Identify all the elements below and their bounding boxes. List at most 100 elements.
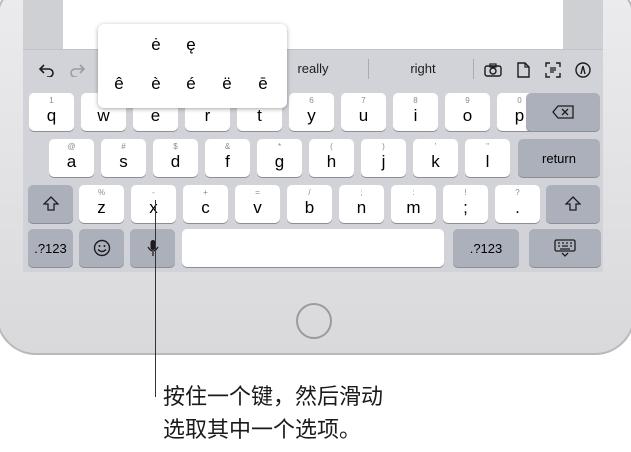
- shift-right-key[interactable]: [546, 185, 600, 223]
- return-key-label: return: [542, 150, 576, 166]
- key-r3-4[interactable]: / b: [287, 185, 332, 223]
- key-label: o: [462, 106, 473, 125]
- key-r2-3[interactable]: & f: [205, 139, 250, 177]
- key-alt-label: 6: [309, 96, 314, 105]
- hide-keyboard-key[interactable]: [529, 229, 601, 267]
- emoji-key[interactable]: [79, 229, 124, 267]
- key-r2-6[interactable]: ) j: [361, 139, 406, 177]
- key-label: s: [119, 152, 128, 171]
- key-r3-2[interactable]: + c: [183, 185, 228, 223]
- key-label: g: [274, 152, 285, 171]
- key-r3-1[interactable]: -x: [131, 185, 176, 223]
- shift-left-icon: [28, 185, 73, 223]
- key-alt-label: $: [173, 142, 178, 151]
- key-r1-5[interactable]: 6y: [289, 93, 334, 131]
- dictation-key[interactable]: [130, 229, 175, 267]
- key-r2-4[interactable]: * g: [257, 139, 302, 177]
- key-alt-label: ": [486, 142, 489, 151]
- accent-option[interactable]: è: [141, 74, 171, 94]
- key-r3-3[interactable]: = v: [235, 185, 280, 223]
- key-label: n: [356, 198, 367, 217]
- caption: 按住一个键，然后滑动 选取其中一个选项。: [163, 380, 463, 446]
- accent-options-popup: ė ę ê è é ë ē: [98, 24, 287, 108]
- key-r2-2[interactable]: $ d: [153, 139, 198, 177]
- key-r1-7[interactable]: 8i: [393, 93, 438, 131]
- key-label: t: [257, 106, 262, 125]
- key-label: m: [406, 198, 421, 217]
- numbers-key-right-label: .?123: [469, 240, 503, 256]
- key-alt-label: ': [434, 142, 437, 151]
- delete-icon: [526, 93, 600, 131]
- space-key[interactable]: [182, 229, 444, 267]
- numbers-key-label: .?123: [34, 240, 67, 256]
- key-label: x: [149, 198, 158, 217]
- key-r3-8[interactable]: ?.: [495, 185, 540, 223]
- key-r1-0[interactable]: 1q: [29, 93, 74, 131]
- accent-option[interactable]: é: [176, 74, 206, 94]
- key-alt-label: #: [121, 142, 126, 151]
- key-alt-label: 7: [361, 96, 366, 105]
- key-r3-0[interactable]: % z: [79, 185, 124, 223]
- key-label: .: [515, 198, 520, 217]
- accent-option[interactable]: ê: [104, 74, 134, 94]
- key-r2-8[interactable]: " l: [465, 139, 510, 177]
- key-r2-0[interactable]: @ a: [49, 139, 94, 177]
- key-alt-label: ?: [515, 188, 520, 197]
- key-alt-label: :: [412, 188, 415, 197]
- key-alt-label: 9: [465, 96, 470, 105]
- dictation-icon: [130, 229, 175, 267]
- key-alt-label: *: [277, 142, 282, 151]
- key-alt-label: %: [97, 188, 106, 197]
- key-alt-label: (: [330, 142, 333, 151]
- key-label: k: [431, 152, 440, 171]
- accent-option[interactable]: ė: [141, 35, 171, 55]
- key-label: r: [204, 106, 211, 125]
- key-alt-label: @: [67, 142, 76, 151]
- caption-line: 选取其中一个选项。: [163, 417, 362, 442]
- shift-left-key[interactable]: [28, 185, 73, 223]
- numbers-key[interactable]: .?123: [28, 229, 73, 267]
- key-label: e: [150, 106, 161, 125]
- key-label: y: [307, 106, 316, 125]
- key-r1-6[interactable]: 7u: [341, 93, 386, 131]
- accent-option[interactable]: ę: [176, 35, 206, 55]
- accent-option[interactable]: ē: [248, 74, 278, 94]
- key-label: l: [485, 152, 490, 171]
- key-r3-6[interactable]: :m: [391, 185, 436, 223]
- callout-line: [155, 200, 156, 397]
- key-alt-label: /: [308, 188, 311, 197]
- key-alt-label: -: [152, 188, 155, 197]
- key-label: w: [97, 106, 110, 125]
- key-label: i: [413, 106, 418, 125]
- key-r1-8[interactable]: 9o: [445, 93, 490, 131]
- key-r3-5[interactable]: ; n: [339, 185, 384, 223]
- key-label: a: [66, 152, 77, 171]
- key-alt-label: +: [203, 188, 208, 197]
- key-alt-label: &: [224, 142, 231, 151]
- key-label: f: [225, 152, 230, 171]
- key-label: d: [170, 152, 181, 171]
- key-r2-5[interactable]: (h: [309, 139, 354, 177]
- keyboard: 1q2w3e4r5t6y7u8i9o0p@a#s$d&f*g(h)j'k"lre…: [2, 2, 631, 292]
- key-label: z: [97, 198, 106, 217]
- key-label: u: [358, 106, 369, 125]
- key-label: h: [326, 152, 337, 171]
- key-r3-7[interactable]: !;: [443, 185, 488, 223]
- key-alt-label: !: [464, 188, 467, 197]
- key-alt-label: ;: [360, 188, 363, 197]
- delete-key[interactable]: [526, 93, 600, 131]
- caption-line: 按住一个键，然后滑动: [163, 384, 384, 409]
- key-alt-label: 8: [413, 96, 418, 105]
- key-label: j: [381, 152, 386, 171]
- key-r2-1[interactable]: # s: [101, 139, 146, 177]
- shift-right-icon: [546, 185, 600, 223]
- return-key[interactable]: return: [518, 139, 600, 177]
- key-label: b: [304, 198, 315, 217]
- numbers-key-right[interactable]: .?123: [453, 229, 519, 267]
- accent-option[interactable]: ë: [212, 74, 242, 94]
- key-label: q: [46, 106, 57, 125]
- key-alt-label: =: [255, 188, 260, 197]
- key-r2-7[interactable]: ' k: [413, 139, 458, 177]
- home-button[interactable]: [296, 303, 332, 339]
- key-label: ;: [463, 198, 468, 217]
